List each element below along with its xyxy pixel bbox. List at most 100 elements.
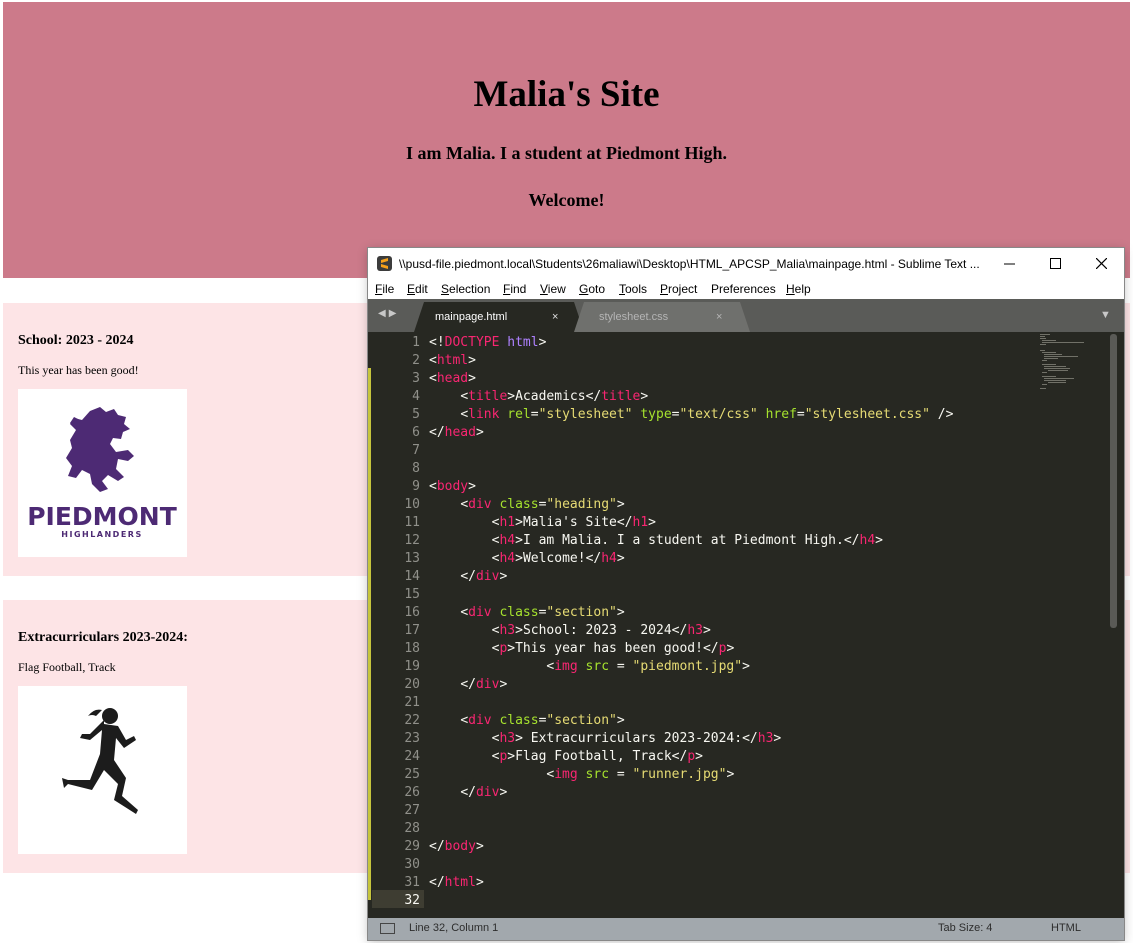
code-line: <h3> Extracurriculars 2023-2024:</h3> xyxy=(491,731,782,746)
menu-bar: File Edit Selection Find View Goto Tools Projec… xyxy=(368,279,1124,299)
tab-bar: ◀▶ mainpage.html × stylesheet.css × ▼ xyxy=(368,299,1124,332)
code-line: <html> xyxy=(429,353,476,368)
tab-size-indicator[interactable]: Tab Size: 4 xyxy=(938,922,992,934)
menu-item-goto[interactable]: Goto xyxy=(579,282,605,296)
section-school-text: This year has been good! xyxy=(18,363,139,377)
maximize-icon[interactable] xyxy=(1032,248,1078,279)
code-editor[interactable]: 1 2 3 4 5 6 7 8 9 10 11 12 13 14 15 16 17 18 19 20 21 22 23 24 2… xyxy=(368,332,1124,918)
line-number: 31 xyxy=(404,875,420,890)
line-number: 17 xyxy=(404,623,420,638)
tab-mainpage[interactable]: mainpage.html × xyxy=(414,302,584,332)
line-number: 14 xyxy=(404,569,420,584)
tab-mainpage-label: mainpage.html xyxy=(435,311,508,323)
line-number: 12 xyxy=(404,533,420,548)
code-line: <div class="section"> xyxy=(460,713,625,728)
line-number: 19 xyxy=(404,659,420,674)
line-number: 4 xyxy=(412,389,420,404)
window-title: \\pusd-file.piedmont.local\Students\26ma… xyxy=(399,257,980,271)
code-line: <body> xyxy=(429,479,476,494)
section-school-title: School: 2023 - 2024 xyxy=(18,333,134,348)
line-number: 28 xyxy=(404,821,420,836)
code-line: <div class="heading"> xyxy=(460,497,625,512)
syntax-indicator[interactable]: HTML xyxy=(1051,922,1081,934)
page-heading: Malia's Site I am Malia. I a student at … xyxy=(3,2,1130,278)
vertical-scrollbar[interactable] xyxy=(1110,334,1117,628)
logo-subtitle: HIGHLANDERS xyxy=(61,530,142,539)
code-line: <link rel="stylesheet" type="text/css" h… xyxy=(460,407,954,422)
code-line: <p>This year has been good!</p> xyxy=(491,641,735,656)
sublime-app-icon xyxy=(377,256,392,271)
code-line: <div class="section"> xyxy=(460,605,625,620)
cursor-position: Line 32, Column 1 xyxy=(409,922,499,934)
line-number: 21 xyxy=(404,695,420,710)
window-titlebar[interactable]: \\pusd-file.piedmont.local\Students\26ma… xyxy=(368,248,1124,279)
section-extracurriculars-text: Flag Football, Track xyxy=(18,660,116,674)
welcome-text: Welcome! xyxy=(528,190,605,210)
line-number: 30 xyxy=(404,857,420,872)
code-line: <p>Flag Football, Track</p> xyxy=(491,749,703,764)
line-number: 6 xyxy=(412,425,420,440)
modified-lines-marker xyxy=(368,368,371,900)
logo-wordmark: PIEDMONT xyxy=(27,502,177,531)
line-number: 16 xyxy=(404,605,420,620)
line-number: 24 xyxy=(404,749,420,764)
code-line: <h3>School: 2023 - 2024</h3> xyxy=(491,623,711,638)
line-number: 27 xyxy=(404,803,420,818)
site-title: Malia's Site xyxy=(473,74,660,115)
line-number: 20 xyxy=(404,677,420,692)
panel-toggle-icon[interactable] xyxy=(380,923,395,934)
code-line: <img src = "piedmont.jpg"> xyxy=(546,659,750,674)
line-number: 25 xyxy=(404,767,420,782)
line-number: 32 xyxy=(404,893,420,908)
status-bar: Line 32, Column 1 Tab Size: 4 HTML xyxy=(368,918,1124,940)
piedmont-logo-image: PIEDMONT HIGHLANDERS xyxy=(18,389,187,557)
section-extracurriculars-title: Extracurriculars 2023-2024: xyxy=(18,630,188,645)
line-number: 7 xyxy=(412,443,420,458)
line-number: 15 xyxy=(404,587,420,602)
tab-overflow-dropdown-icon[interactable]: ▼ xyxy=(1100,309,1111,321)
menu-item-edit[interactable]: Edit xyxy=(407,282,428,296)
tab-stylesheet[interactable]: stylesheet.css × xyxy=(574,302,750,332)
menu-item-help[interactable]: Help xyxy=(786,282,811,296)
minimize-icon[interactable] xyxy=(986,248,1032,279)
code-line: <h4>I am Malia. I a student at Piedmont … xyxy=(491,533,883,548)
menu-item-preferences[interactable]: Preferences xyxy=(711,282,776,296)
menu-item-selection[interactable]: Selection xyxy=(441,282,490,296)
code-line: <h1>Malia's Site</h1> xyxy=(491,515,656,530)
line-number: 23 xyxy=(404,731,420,746)
line-number: 9 xyxy=(412,479,420,494)
close-icon[interactable] xyxy=(1078,248,1124,279)
code-line: </div> xyxy=(460,569,508,584)
code-line: </div> xyxy=(460,677,508,692)
code-line: </body> xyxy=(429,839,484,854)
line-number: 13 xyxy=(404,551,420,566)
minimap[interactable] xyxy=(1038,332,1108,392)
code-line: </html> xyxy=(429,875,484,890)
menu-item-view[interactable]: View xyxy=(540,282,566,296)
line-number: 5 xyxy=(412,407,420,422)
tab-stylesheet-close-icon[interactable]: × xyxy=(716,311,722,323)
tab-mainpage-close-icon[interactable]: × xyxy=(552,311,558,323)
line-number: 18 xyxy=(404,641,420,656)
tab-stylesheet-label: stylesheet.css xyxy=(599,311,669,323)
line-number: 11 xyxy=(404,515,420,530)
code-line: <img src = "runner.jpg"> xyxy=(546,767,735,782)
line-number: 3 xyxy=(412,371,420,386)
menu-item-tools[interactable]: Tools xyxy=(619,282,647,296)
line-number: 26 xyxy=(404,785,420,800)
tab-nav-arrows-icon[interactable]: ◀▶ xyxy=(378,308,399,319)
code-line: <title>Academics</title> xyxy=(460,389,649,404)
line-number: 8 xyxy=(412,461,420,476)
runner-image xyxy=(18,686,187,854)
line-number: 22 xyxy=(404,713,420,728)
intro-text: I am Malia. I a student at Piedmont High… xyxy=(405,143,727,163)
sublime-text-window: \\pusd-file.piedmont.local\Students\26ma… xyxy=(368,248,1124,940)
code-line: <head> xyxy=(429,371,476,386)
code-line: <h4>Welcome!</h4> xyxy=(491,551,625,566)
menu-item-project[interactable]: Project xyxy=(660,282,697,296)
code-line: </head> xyxy=(429,425,484,440)
menu-item-file[interactable]: File xyxy=(375,282,394,296)
line-number: 1 xyxy=(412,335,420,350)
code-line: <!DOCTYPE html> xyxy=(429,335,547,350)
menu-item-find[interactable]: Find xyxy=(503,282,526,296)
